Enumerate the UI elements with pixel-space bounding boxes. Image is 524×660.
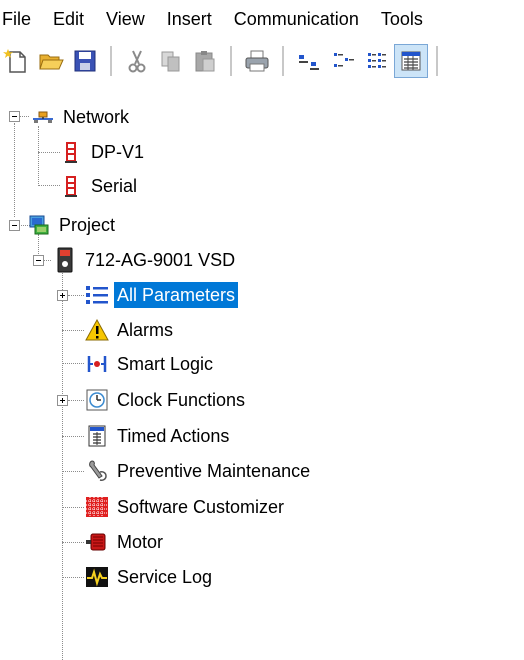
small-icons-view-icon	[334, 53, 354, 67]
cut-button[interactable]	[120, 44, 154, 78]
expander-network[interactable]	[9, 111, 20, 122]
network-icon	[30, 104, 56, 130]
list-view-icon	[368, 53, 386, 68]
open-folder-button[interactable]	[34, 44, 68, 78]
tree-label-clock-functions: Clock Functions	[117, 390, 246, 410]
tree-label-smart-logic: Smart Logic	[117, 354, 214, 374]
large-icons-view-button[interactable]	[292, 44, 326, 78]
large-icons-view-icon	[299, 55, 319, 70]
menu-file[interactable]: File	[0, 9, 42, 30]
smart-logic-icon	[84, 351, 110, 377]
tree-label-dp-v1: DP-V1	[91, 142, 145, 162]
tree-node-serial[interactable]: Serial	[58, 169, 140, 203]
tree-label-all-parameters: All Parameters	[114, 282, 239, 308]
tree-node-service-log[interactable]: Service Log	[84, 560, 215, 594]
wrench-icon	[84, 458, 110, 484]
tree-node-preventive-maintenance[interactable]: Preventive Maintenance	[84, 454, 313, 488]
tree-label-service-log: Service Log	[117, 567, 213, 587]
tree-node-smart-logic[interactable]: Smart Logic	[84, 347, 216, 381]
new-file-button[interactable]	[0, 44, 34, 78]
toolbar-separator	[436, 46, 438, 76]
drive-icon	[52, 247, 78, 273]
print-button[interactable]	[240, 44, 274, 78]
tree-label-software-customizer: Software Customizer	[117, 497, 285, 517]
warning-icon	[84, 317, 110, 343]
save-icon	[74, 50, 96, 72]
tree-node-network[interactable]: Network	[30, 100, 132, 134]
toolbar-separator	[282, 46, 284, 76]
save-button[interactable]	[68, 44, 102, 78]
fieldbus-device-icon	[58, 139, 84, 165]
menu-communication[interactable]: Communication	[223, 9, 370, 30]
tree-label-alarms: Alarms	[117, 320, 174, 340]
scissors-icon	[128, 50, 146, 73]
menu-bar: File Edit View Insert Communication Tool…	[0, 0, 524, 38]
tree-label-serial: Serial	[91, 176, 138, 196]
paste-icon	[195, 51, 215, 72]
list-icon	[84, 282, 110, 308]
expander-clock-functions[interactable]	[57, 395, 68, 406]
tree-label-preventive-maintenance: Preventive Maintenance	[117, 461, 311, 481]
details-view-icon	[401, 51, 421, 71]
tree-node-clock-functions[interactable]: Clock Functions	[84, 383, 248, 417]
timed-actions-icon	[84, 423, 110, 449]
expander-drive[interactable]	[33, 255, 44, 266]
tree-node-motor[interactable]: Motor	[84, 525, 166, 559]
tree-node-alarms[interactable]: Alarms	[84, 313, 176, 347]
menu-view[interactable]: View	[95, 9, 156, 30]
list-view-button[interactable]	[360, 44, 394, 78]
tree-node-software-customizer[interactable]: Software Customizer	[84, 490, 287, 524]
paste-button[interactable]	[188, 44, 222, 78]
clock-icon	[84, 387, 110, 413]
tree-label-drive: 712-AG-9001 VSD	[85, 250, 236, 270]
expander-all-parameters[interactable]	[57, 290, 68, 301]
tree-node-drive[interactable]: 712-AG-9001 VSD	[52, 243, 238, 277]
menu-tools[interactable]: Tools	[370, 9, 434, 30]
serial-device-icon	[58, 173, 84, 199]
motor-icon	[84, 529, 110, 555]
tree-label-network: Network	[63, 107, 130, 127]
toolbar-separator	[110, 46, 112, 76]
new-file-icon	[3, 49, 26, 73]
tree-node-dp-v1[interactable]: DP-V1	[58, 135, 147, 169]
expander-project[interactable]	[9, 220, 20, 231]
tree-label-timed-actions: Timed Actions	[117, 426, 230, 446]
tree-node-project[interactable]: Project	[26, 208, 118, 242]
printer-icon	[245, 50, 269, 72]
service-log-icon	[84, 564, 110, 590]
tree-label-motor: Motor	[117, 532, 164, 552]
project-icon	[26, 212, 52, 238]
copy-icon	[161, 51, 180, 72]
toolbar-separator	[230, 46, 232, 76]
tree-node-timed-actions[interactable]: Timed Actions	[84, 419, 232, 453]
tree-label-project: Project	[59, 215, 116, 235]
menu-edit[interactable]: Edit	[42, 9, 95, 30]
tree-node-all-parameters[interactable]: All Parameters	[84, 278, 239, 312]
menu-insert[interactable]: Insert	[156, 9, 223, 30]
details-view-button[interactable]	[394, 44, 428, 78]
small-icons-view-button[interactable]	[326, 44, 360, 78]
copy-button[interactable]	[154, 44, 188, 78]
open-folder-icon	[39, 54, 64, 70]
toolbar	[0, 40, 524, 82]
grid-icon	[84, 494, 110, 520]
